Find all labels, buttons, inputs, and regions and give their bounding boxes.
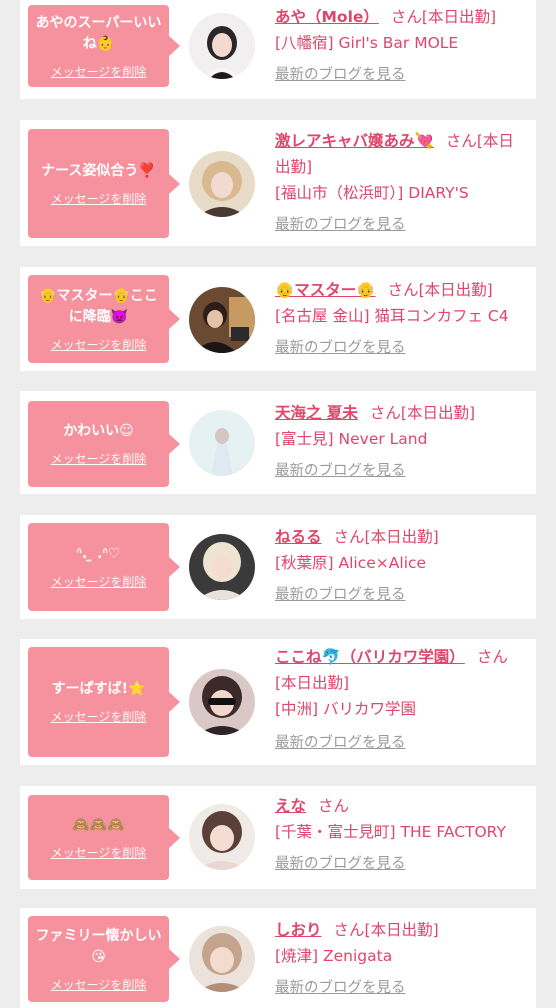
avatar[interactable] — [189, 804, 255, 870]
message-text: すーぱすば!⭐ — [51, 681, 146, 697]
cast-info: ねるる さん[本日出勤] [秋葉原] Alice×Alice 最新のブログを見る — [275, 524, 528, 608]
san-label: さん — [318, 797, 350, 815]
delete-message-link[interactable]: メッセージを削除 — [51, 336, 147, 353]
delete-message-link[interactable]: メッセージを削除 — [51, 844, 147, 861]
message-text: かわいい☺ — [63, 423, 134, 439]
delete-message-link[interactable]: メッセージを削除 — [51, 190, 147, 207]
message-bubble: 🙈🙈🙈 メッセージを削除 — [28, 795, 180, 880]
cast-name-link[interactable]: ここね🐬（バリカワ学園） — [275, 648, 465, 666]
avatar[interactable] — [189, 13, 255, 79]
avatar[interactable] — [189, 151, 255, 217]
message-bubble: 👴マスター👴ここに降臨👿 メッセージを削除 — [28, 275, 180, 363]
message-text: ナース姿似合う❣️ — [41, 162, 156, 179]
message-text: あやのスーパーいいね👶 — [35, 14, 162, 52]
delete-message-link[interactable]: メッセージを削除 — [51, 63, 147, 80]
san-label: さん — [333, 921, 365, 939]
message-list: あやのスーパーいいね👶 メッセージを削除 あや（Mole） さん[本日出勤] [八… — [0, 0, 556, 1008]
message-bubble: ᐢ. ̫ .ᐢ♡ メッセージを削除 — [28, 523, 180, 611]
message-bubble: かわいい☺ メッセージを削除 — [28, 401, 180, 487]
delete-message-link[interactable]: メッセージを削除 — [51, 976, 147, 993]
message-card: 👴マスター👴ここに降臨👿 メッセージを削除 👴マスター👴 さん[本日出勤] [名古… — [20, 267, 536, 371]
message-bubble: ファミリー懐かしい😘 メッセージを削除 — [28, 916, 180, 1002]
message-bubble: ナース姿似合う❣️ メッセージを削除 — [28, 129, 180, 238]
shift-status: [本日出勤] — [364, 528, 439, 546]
cast-name-link[interactable]: えな — [275, 797, 306, 815]
cast-info: あや（Mole） さん[本日出勤] [八幡宿] Girl's Bar MOLE 最… — [275, 4, 528, 88]
cast-info: 👴マスター👴 さん[本日出勤] [名古屋 金山] 猫耳コンカフェ C4 最新のブロ… — [275, 277, 528, 361]
shift-status: [本日出勤] — [364, 921, 439, 939]
san-label: さん — [390, 8, 422, 26]
latest-blog-link[interactable]: 最新のブログを見る — [275, 582, 528, 608]
shift-status: [本日出勤] — [421, 8, 497, 26]
shift-status: [本日出勤] — [275, 674, 350, 692]
shop-label: [八幡宿] Girl's Bar MOLE — [275, 34, 459, 52]
san-label: さん — [333, 528, 365, 546]
shop-label: [福山市（松浜町）] DIARY'S — [275, 184, 469, 202]
message-card: すーぱすば!⭐ メッセージを削除 ここね🐬（バリカワ学園） さん [本日出勤] [… — [20, 639, 536, 765]
latest-blog-link[interactable]: 最新のブログを見る — [275, 212, 528, 238]
message-card: ファミリー懐かしい😘 メッセージを削除 しおり さん[本日出勤] [焼津] Zen… — [20, 908, 536, 1008]
shift-status: [本日出勤] — [418, 281, 493, 299]
message-card: ナース姿似合う❣️ メッセージを削除 激レアキャバ嬢あみ💘 さん[本日出勤] [福… — [20, 120, 536, 246]
avatar[interactable] — [189, 287, 255, 353]
cast-info: えな さん [千葉・富士見町] THE FACTORY 最新のブログを見る — [275, 793, 528, 877]
message-bubble: あやのスーパーいいね👶 メッセージを削除 — [28, 5, 180, 87]
avatar[interactable] — [189, 534, 255, 600]
delete-message-link[interactable]: メッセージを削除 — [51, 573, 147, 590]
shop-label: [名古屋 金山] 猫耳コンカフェ C4 — [275, 307, 509, 325]
message-text: 🙈🙈🙈 — [72, 816, 125, 833]
cast-name-link[interactable]: あや（Mole） — [275, 8, 379, 26]
delete-message-link[interactable]: メッセージを削除 — [51, 450, 147, 467]
shop-label: [富士見] Never Land — [275, 430, 428, 448]
latest-blog-link[interactable]: 最新のブログを見る — [275, 975, 528, 1001]
message-text: 👴マスター👴ここに降臨👿 — [39, 287, 158, 325]
message-bubble: すーぱすば!⭐ メッセージを削除 — [28, 647, 180, 757]
cast-info: 激レアキャバ嬢あみ💘 さん[本日出勤] [福山市（松浜町）] DIARY'S 最新… — [275, 128, 528, 238]
san-label: さん — [445, 132, 477, 150]
delete-message-link[interactable]: メッセージを削除 — [51, 708, 147, 725]
shop-label: [秋葉原] Alice×Alice — [275, 554, 427, 572]
cast-name-link[interactable]: ねるる — [275, 528, 322, 546]
san-label: さん — [387, 281, 419, 299]
shop-label: [焼津] Zenigata — [275, 947, 393, 965]
message-text: ファミリー懐かしい😘 — [35, 927, 162, 965]
avatar[interactable] — [189, 410, 255, 476]
shop-label: [千葉・富士見町] THE FACTORY — [275, 823, 506, 841]
latest-blog-link[interactable]: 最新のブログを見る — [275, 458, 528, 484]
latest-blog-link[interactable]: 最新のブログを見る — [275, 730, 528, 756]
avatar[interactable] — [189, 669, 255, 735]
cast-name-link[interactable]: 天海之 夏未 — [275, 404, 358, 422]
message-card: 🙈🙈🙈 メッセージを削除 えな さん [千葉・富士見町] THE FACTORY … — [20, 786, 536, 889]
latest-blog-link[interactable]: 最新のブログを見る — [275, 851, 528, 877]
latest-blog-link[interactable]: 最新のブログを見る — [275, 62, 528, 88]
san-label: さん — [476, 648, 508, 666]
cast-name-link[interactable]: しおり — [275, 921, 322, 939]
cast-info: しおり さん[本日出勤] [焼津] Zenigata 最新のブログを見る — [275, 917, 528, 1001]
san-label: さん — [369, 404, 401, 422]
cast-info: 天海之 夏未 さん[本日出勤] [富士見] Never Land 最新のブログを見… — [275, 400, 528, 484]
cast-name-link[interactable]: 👴マスター👴 — [275, 281, 376, 299]
avatar[interactable] — [189, 926, 255, 992]
message-card: かわいい☺ メッセージを削除 天海之 夏未 さん[本日出勤] [富士見] Neve… — [20, 391, 536, 494]
shop-label: [中洲] バリカワ学園 — [275, 700, 417, 718]
message-card: あやのスーパーいいね👶 メッセージを削除 あや（Mole） さん[本日出勤] [八… — [20, 0, 536, 99]
shift-status: [本日出勤] — [400, 404, 476, 422]
message-card: ᐢ. ̫ .ᐢ♡ メッセージを削除 ねるる さん[本日出勤] [秋葉原] Alic… — [20, 515, 536, 619]
message-text: ᐢ. ̫ .ᐢ♡ — [76, 546, 121, 562]
cast-name-link[interactable]: 激レアキャバ嬢あみ💘 — [275, 132, 434, 150]
latest-blog-link[interactable]: 最新のブログを見る — [275, 335, 528, 361]
cast-info: ここね🐬（バリカワ学園） さん [本日出勤] [中洲] バリカワ学園 最新のブログ… — [275, 644, 528, 756]
